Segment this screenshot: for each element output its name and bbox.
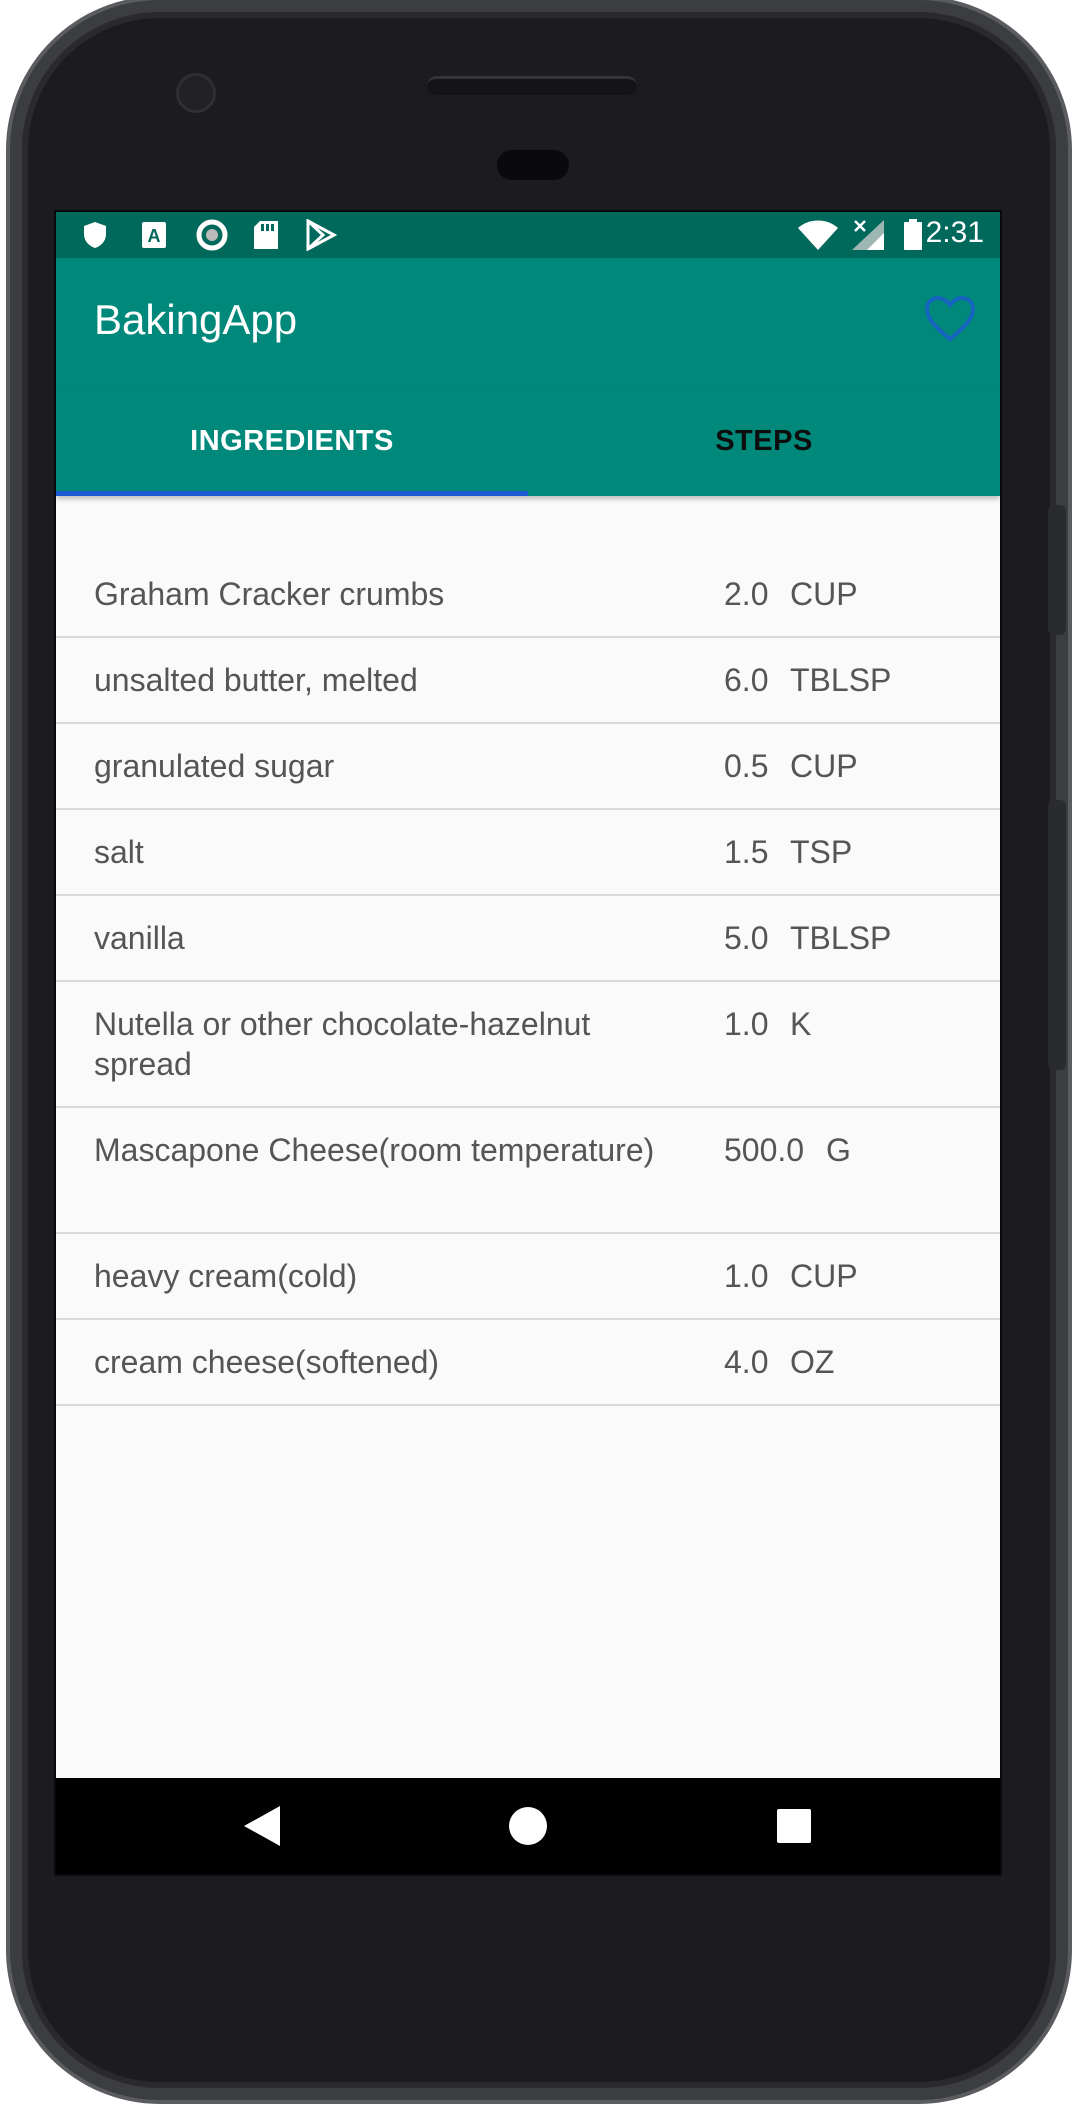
ingredient-name: Graham Cracker crumbs	[94, 576, 445, 612]
clock: 2:31	[925, 216, 984, 249]
ingredient-quantity: 1.0	[724, 1258, 769, 1294]
list-item: Mascapone Cheese(room temperature) 500.0…	[56, 1108, 1000, 1234]
list-item: salt 1.5 TSP	[56, 810, 1000, 896]
power-button	[1048, 505, 1066, 635]
recents-icon[interactable]	[734, 1778, 854, 1874]
ingredient-quantity: 0.5	[724, 748, 769, 784]
ingredient-unit: CUP	[790, 748, 858, 784]
list-item: Graham Cracker crumbs 2.0 CUP	[56, 552, 1000, 638]
ingredient-unit: TBLSP	[790, 662, 892, 698]
ingredient-unit: TBLSP	[790, 920, 892, 956]
proximity-sensor	[497, 150, 569, 180]
screen: A 2:31 BakingApp INGREDIENTS STEPS Graha…	[54, 210, 1002, 1876]
ingredient-name: heavy cream(cold)	[94, 1258, 358, 1294]
circle-icon	[196, 219, 228, 251]
ingredient-quantity: 1.5	[724, 834, 769, 870]
shield-icon	[82, 222, 108, 248]
navigation-bar	[56, 1778, 1000, 1874]
app-title: BakingApp	[94, 296, 298, 343]
volume-button	[1048, 800, 1066, 1070]
list-item: granulated sugar 0.5 CUP	[56, 724, 1000, 810]
ingredient-name: vanilla	[94, 920, 185, 956]
list-item: cream cheese(softened) 4.0 OZ	[56, 1320, 1000, 1406]
tab-steps-label: STEPS	[715, 424, 813, 457]
ingredient-unit: OZ	[790, 1344, 835, 1380]
ingredient-quantity: 1.0	[724, 1006, 769, 1042]
ingredient-name: salt	[94, 834, 144, 870]
ingredient-quantity: 6.0	[724, 662, 769, 698]
ingredient-quantity: 2.0	[724, 576, 769, 612]
ingredient-unit: TSP	[790, 834, 853, 870]
ingredient-list: Graham Cracker crumbs 2.0 CUP unsalted b…	[56, 552, 1000, 1406]
ingredient-name: unsalted butter, melted	[94, 662, 418, 698]
sd-card-icon	[252, 221, 280, 249]
tab-ingredients[interactable]: INGREDIENTS	[56, 386, 528, 496]
svg-text:A: A	[148, 226, 161, 246]
tab-ingredients-label: INGREDIENTS	[190, 424, 394, 457]
ingredient-name: cream cheese(softened)	[94, 1344, 440, 1380]
list-item: unsalted butter, melted 6.0 TBLSP	[56, 638, 1000, 724]
signal-icon	[850, 220, 886, 250]
tab-bar: INGREDIENTS STEPS	[56, 386, 1000, 496]
ingredient-quantity: 4.0	[724, 1344, 769, 1380]
ingredient-unit: CUP	[790, 576, 858, 612]
battery-icon	[902, 219, 924, 250]
list-item: heavy cream(cold) 1.0 CUP	[56, 1234, 1000, 1320]
ingredient-quantity: 500.0	[724, 1132, 805, 1168]
tab-indicator	[56, 491, 528, 496]
ingredient-name: granulated sugar	[94, 748, 335, 784]
ingredient-name: Mascapone Cheese(room temperature)	[94, 1132, 655, 1168]
play-store-icon	[304, 219, 338, 251]
list-item: vanilla 5.0 TBLSP	[56, 896, 1000, 982]
ingredient-quantity: 5.0	[724, 920, 769, 956]
wifi-icon	[796, 220, 840, 250]
back-icon[interactable]	[202, 1778, 322, 1874]
earpiece-speaker	[427, 76, 637, 95]
home-icon[interactable]	[468, 1778, 588, 1874]
heart-outline-icon[interactable]	[924, 295, 976, 344]
ingredient-unit: K	[790, 1006, 812, 1042]
ingredient-unit: CUP	[790, 1258, 858, 1294]
app-bar: BakingApp	[56, 258, 1000, 386]
status-bar: A 2:31	[56, 212, 1000, 258]
tab-steps[interactable]: STEPS	[528, 386, 1000, 496]
ingredient-unit: G	[826, 1132, 851, 1168]
list-item: Nutella or other chocolate-hazelnut spre…	[56, 982, 1000, 1108]
a-badge-icon: A	[140, 222, 168, 248]
front-camera	[176, 73, 216, 113]
ingredient-name: Nutella or other chocolate-hazelnut spre…	[94, 1006, 591, 1082]
